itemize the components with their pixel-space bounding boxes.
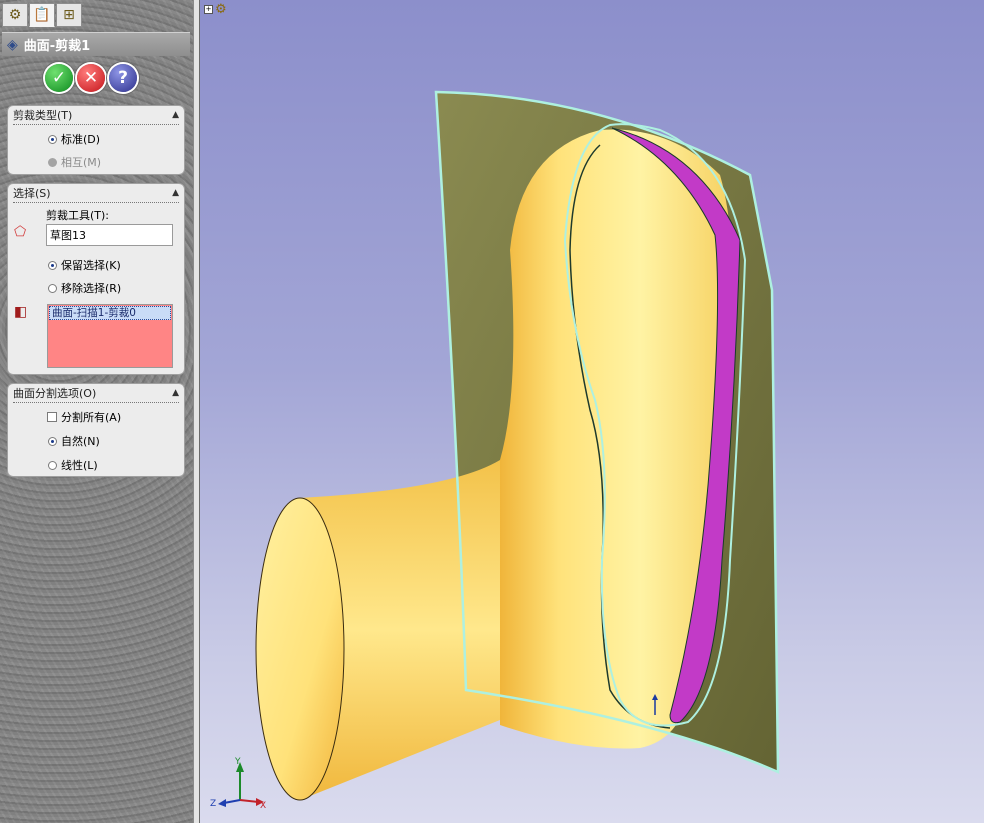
selections-title: 选择(S) — [13, 187, 51, 200]
reference-triad: Y Z X — [210, 757, 266, 811]
propertymanager-icon: 📋 — [33, 7, 51, 23]
remove-selections-option[interactable]: 移除选择(R) — [48, 280, 121, 296]
trim-standard-option[interactable]: 标准(D) — [48, 131, 100, 147]
split-options-header[interactable]: 曲面分割选项(O) ▲ — [13, 384, 179, 403]
foot-end-cap[interactable] — [255, 497, 345, 801]
split-all-option[interactable]: 分割所有(A) — [47, 409, 121, 425]
collapse-arrow-icon[interactable]: ▲ — [172, 110, 179, 120]
linear-label: 线性(L) — [61, 459, 98, 472]
radio-linear[interactable] — [48, 460, 57, 470]
triad-x-label: X — [260, 801, 266, 811]
collapse-arrow-icon[interactable]: ▲ — [172, 388, 179, 398]
trim-mutual-label: 相互(M) — [61, 156, 102, 169]
action-buttons: ✓ ✕ ? — [45, 64, 137, 92]
propertymanager-tab[interactable]: 📋 — [29, 3, 55, 27]
configurationmanager-tab[interactable]: ⊞ — [56, 3, 82, 27]
sketch-icon: ⬠ — [14, 224, 27, 240]
flyout-tree-node[interactable]: + ⚙ — [204, 2, 229, 17]
radio-remove[interactable] — [48, 283, 57, 293]
trim-tool-field[interactable]: 草图13 — [46, 224, 173, 246]
ok-button[interactable]: ✓ — [45, 64, 73, 92]
trim-type-group: 剪裁类型(T) ▲ 标准(D) 相互(M) — [7, 105, 185, 175]
feature-title: 曲面-剪裁1 — [23, 39, 91, 54]
cancel-button[interactable]: ✕ — [77, 64, 105, 92]
surface-trim-icon: ◈ — [7, 36, 18, 53]
triad-y-label: Y — [234, 757, 241, 767]
trim-mutual-option: 相互(M) — [48, 154, 101, 170]
trim-standard-label: 标准(D) — [61, 133, 101, 146]
part-icon: ⚙ — [215, 2, 227, 17]
split-all-checkbox[interactable] — [47, 412, 57, 422]
feature-title-bar: ◈ 曲面-剪裁1 — [2, 32, 190, 56]
radio-mutual — [48, 157, 57, 167]
radio-standard[interactable] — [48, 134, 57, 144]
remove-selections-label: 移除选择(R) — [61, 282, 122, 295]
split-options-title: 曲面分割选项(O) — [13, 387, 97, 400]
radio-natural[interactable] — [48, 436, 57, 446]
panel-splitter[interactable] — [193, 0, 200, 823]
keep-selections-label: 保留选择(K) — [61, 259, 121, 272]
model-view[interactable]: Y Z X — [200, 0, 984, 823]
selections-header[interactable]: 选择(S) ▲ — [13, 184, 179, 203]
manager-tabs: ⚙ 📋 ⊞ — [2, 3, 82, 29]
pieces-to-keep-list[interactable]: 曲面-扫描1-剪裁0 — [47, 304, 173, 368]
selections-group: 选择(S) ▲ 剪裁工具(T): ⬠ 草图13 保留选择(K) 移除选择(R) … — [7, 183, 185, 375]
property-manager-panel: ⚙ 📋 ⊞ ◈ 曲面-剪裁1 ✓ ✕ ? 剪裁类型(T) ▲ 标准(D) 相互(… — [0, 0, 193, 823]
triad-z-label: Z — [210, 799, 216, 809]
natural-option[interactable]: 自然(N) — [48, 433, 100, 449]
trim-type-header[interactable]: 剪裁类型(T) ▲ — [13, 106, 179, 125]
keep-selections-option[interactable]: 保留选择(K) — [48, 257, 121, 273]
split-options-group: 曲面分割选项(O) ▲ 分割所有(A) 自然(N) 线性(L) — [7, 383, 185, 477]
graphics-area[interactable]: Y Z X — [200, 0, 984, 823]
natural-label: 自然(N) — [61, 435, 100, 448]
trim-tool-label: 剪裁工具(T): — [46, 209, 110, 222]
linear-option[interactable]: 线性(L) — [48, 457, 98, 473]
expand-icon[interactable]: + — [204, 5, 213, 14]
collapse-arrow-icon[interactable]: ▲ — [172, 188, 179, 198]
help-button[interactable]: ? — [109, 64, 137, 92]
configurationmanager-icon: ⊞ — [63, 7, 75, 23]
radio-keep[interactable] — [48, 260, 57, 270]
surface-icon: ◧ — [14, 304, 28, 320]
trim-type-title: 剪裁类型(T) — [13, 109, 73, 122]
featuremanager-icon: ⚙ — [8, 7, 22, 23]
split-all-label: 分割所有(A) — [61, 411, 122, 424]
featuremanager-tab[interactable]: ⚙ — [2, 3, 28, 27]
list-item[interactable]: 曲面-扫描1-剪裁0 — [49, 306, 171, 320]
